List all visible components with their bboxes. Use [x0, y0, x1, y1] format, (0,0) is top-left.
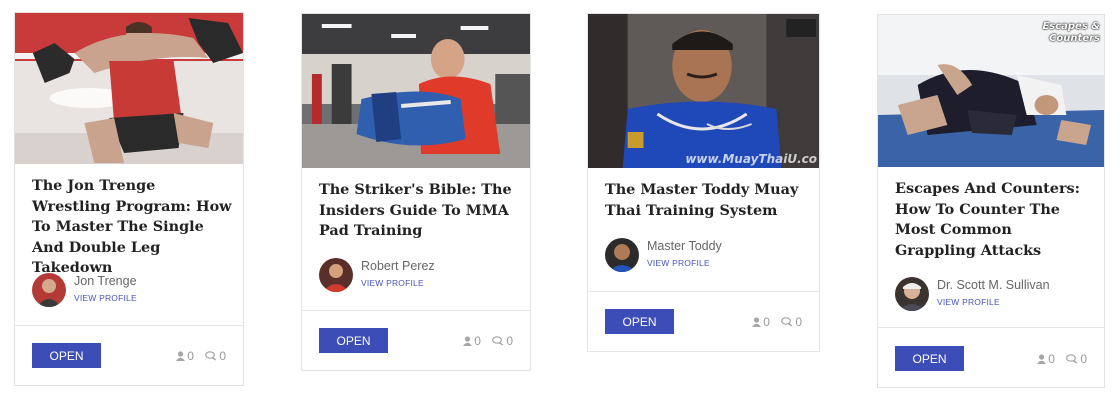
comments-count: 0 — [506, 334, 513, 348]
students-count: 0 — [1048, 352, 1055, 366]
card-footer: OPEN 0 0 — [878, 327, 1104, 387]
author-name: Robert Perez — [361, 259, 435, 273]
course-card: The Jon Trenge Wrestling Program: How To… — [14, 12, 244, 386]
author-avatar[interactable] — [32, 273, 66, 307]
course-title[interactable]: Escapes And Counters: How To Counter The… — [895, 179, 1094, 261]
students-count: 0 — [763, 315, 770, 329]
author-name: Dr. Scott M. Sullivan — [937, 278, 1050, 292]
open-button[interactable]: OPEN — [605, 309, 674, 334]
author-avatar[interactable] — [319, 258, 353, 292]
view-profile-link[interactable]: VIEW PROFILE — [647, 258, 710, 268]
course-card: www.MuayThaiU.co The Master Toddy Muay T… — [587, 13, 820, 352]
comments-icon — [781, 317, 793, 327]
card-stats: 0 0 — [168, 349, 226, 363]
comments-icon — [205, 351, 217, 361]
course-thumbnail[interactable] — [302, 14, 530, 168]
author-avatar[interactable] — [605, 238, 639, 272]
students-count: 0 — [474, 334, 481, 348]
user-icon — [176, 351, 186, 361]
course-title[interactable]: The Master Toddy Muay Thai Training Syst… — [605, 180, 809, 221]
card-footer: OPEN 0 0 — [302, 310, 530, 370]
author-name: Jon Trenge — [74, 274, 137, 288]
students-stat: 0 — [1037, 352, 1055, 366]
thumbnail-caption: Escapes & Counters — [1042, 21, 1100, 44]
comments-count: 0 — [1080, 352, 1087, 366]
comments-stat: 0 — [1066, 352, 1087, 366]
course-card: Escapes & Counters Escapes And Counters:… — [877, 14, 1105, 388]
course-title[interactable]: The Jon Trenge Wrestling Program: How To… — [32, 176, 233, 279]
comments-stat: 0 — [492, 334, 513, 348]
open-button[interactable]: OPEN — [32, 343, 101, 368]
user-icon — [752, 317, 762, 327]
user-icon — [463, 336, 473, 346]
comments-count: 0 — [795, 315, 802, 329]
students-count: 0 — [187, 349, 194, 363]
course-title[interactable]: The Striker's Bible: The Insiders Guide … — [319, 180, 520, 242]
user-icon — [1037, 354, 1047, 364]
comments-stat: 0 — [205, 349, 226, 363]
view-profile-link[interactable]: VIEW PROFILE — [361, 278, 424, 288]
card-stats: 0 0 — [1029, 352, 1087, 366]
course-card: The Striker's Bible: The Insiders Guide … — [301, 13, 531, 371]
card-footer: OPEN 0 0 — [15, 325, 243, 385]
view-profile-link[interactable]: VIEW PROFILE — [937, 297, 1000, 307]
course-thumbnail[interactable]: Escapes & Counters — [878, 15, 1104, 167]
comments-icon — [1066, 354, 1078, 364]
card-footer: OPEN 0 0 — [588, 291, 819, 351]
students-stat: 0 — [463, 334, 481, 348]
card-stats: 0 0 — [744, 315, 802, 329]
author-avatar[interactable] — [895, 277, 929, 311]
students-stat: 0 — [752, 315, 770, 329]
comments-stat: 0 — [781, 315, 802, 329]
comments-count: 0 — [219, 349, 226, 363]
thumbnail-watermark: www.MuayThaiU.co — [685, 152, 817, 166]
course-thumbnail[interactable]: www.MuayThaiU.co — [588, 14, 819, 168]
course-thumbnail[interactable] — [15, 13, 243, 164]
view-profile-link[interactable]: VIEW PROFILE — [74, 293, 137, 303]
comments-icon — [492, 336, 504, 346]
open-button[interactable]: OPEN — [895, 346, 964, 371]
open-button[interactable]: OPEN — [319, 328, 388, 353]
students-stat: 0 — [176, 349, 194, 363]
card-stats: 0 0 — [455, 334, 513, 348]
author-name: Master Toddy — [647, 239, 722, 253]
